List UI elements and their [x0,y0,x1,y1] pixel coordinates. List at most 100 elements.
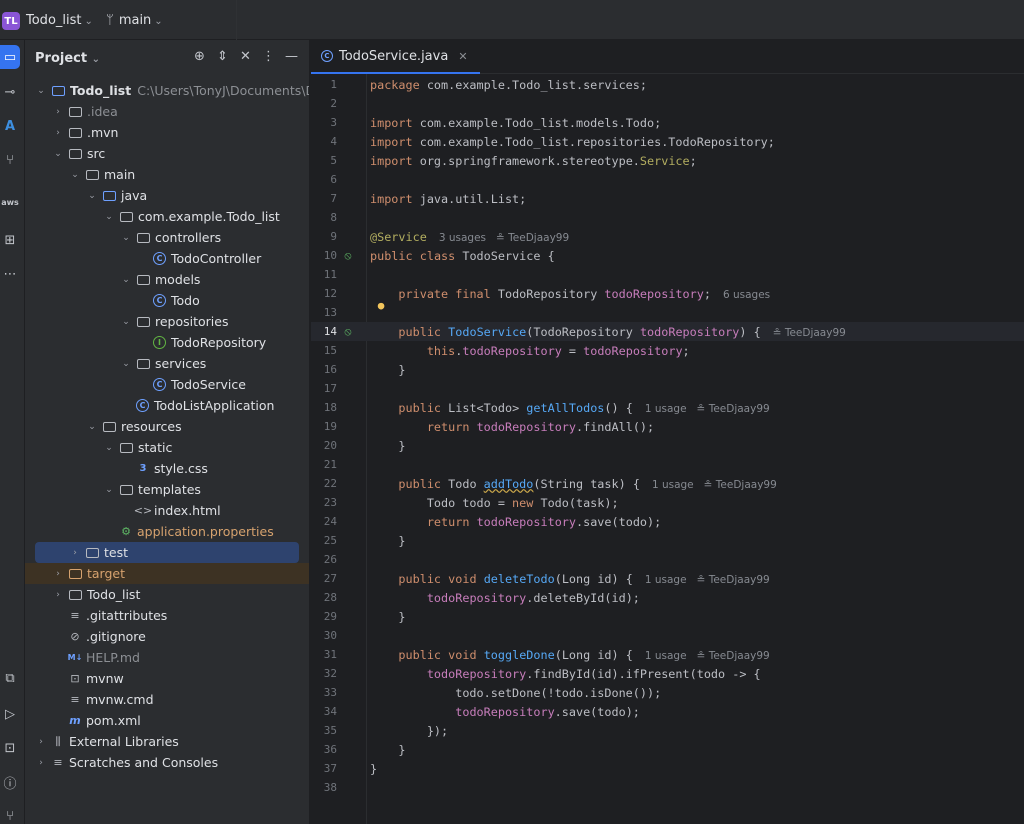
tree-item-todo[interactable]: C Todo [25,290,309,311]
code-line[interactable]: 28 todoRepository.deleteById(id); [311,588,1024,607]
chevron-down-icon[interactable]: ⌄ [103,443,115,453]
code-line[interactable]: 7 import java.util.List; [311,189,1024,208]
chevron-down-icon[interactable]: ⌄ [86,191,98,201]
chevron-right-icon[interactable]: › [35,758,47,768]
tree-item-mvnw-cmd[interactable]: ≡ mvnw.cmd [25,689,309,710]
tree-item-todoservice[interactable]: C TodoService [25,374,309,395]
tree-item-package[interactable]: ⌄ com.example.Todo_list [25,206,309,227]
tree-item-gitignore[interactable]: ⊘ .gitignore [25,626,309,647]
azure-icon[interactable]: A [0,114,20,138]
chevron-down-icon[interactable]: ⌄ [69,170,81,180]
git-icon[interactable]: ⑂ [0,804,20,824]
close-icon[interactable]: ✕ [458,50,467,63]
code-line[interactable]: 18 public List<Todo> getAllTodos() {1 us… [311,398,1024,417]
code-line[interactable]: 22 public Todo addTodo(String task) {1 u… [311,474,1024,493]
code-line[interactable]: 36 } [311,740,1024,759]
tree-item-external-libraries[interactable]: › ⫼ External Libraries [25,731,309,752]
run-icon[interactable]: ▷ [0,702,20,726]
code-line[interactable]: 12 private final TodoRepository todoRepo… [311,284,1024,303]
code-line[interactable]: 32 todoRepository.findById(id).ifPresent… [311,664,1024,683]
tree-item-resources[interactable]: ⌄ resources [25,416,309,437]
tree-item-models[interactable]: ⌄ models [25,269,309,290]
code-line[interactable]: 35 }); [311,721,1024,740]
code-line[interactable]: 9 @Service 3 usages ≗ TeeDjaay99 [311,227,1024,246]
code-line[interactable]: 2 [311,94,1024,113]
chevron-right-icon[interactable]: › [52,569,64,579]
tree-item-application-properties[interactable]: ⚙ application.properties [25,521,309,542]
code-line[interactable]: 26 [311,550,1024,569]
chevron-right-icon[interactable]: › [35,737,47,747]
code-line[interactable]: 30 [311,626,1024,645]
chevron-down-icon[interactable]: ⌄ [120,233,132,243]
code-line[interactable]: 19 return todoRepository.findAll(); [311,417,1024,436]
more-icon[interactable]: ⋯ [0,262,20,286]
code-line[interactable]: 14 ⦸ public TodoService(TodoRepository to… [311,322,1024,341]
structure-icon[interactable]: ⊞ [0,228,20,252]
inlay-hint[interactable]: 6 usages [723,289,770,301]
collapse-all-icon[interactable]: ✕ [238,49,253,64]
code-line[interactable]: 6 [311,170,1024,189]
chevron-down-icon[interactable]: ⌄ [103,212,115,222]
inlay-hint[interactable]: ≗ TeeDjaay99 [773,327,846,339]
chevron-down-icon[interactable]: ⌄ [120,275,132,285]
tree-item-templates[interactable]: ⌄ templates [25,479,309,500]
commit-icon[interactable]: ⊸ [0,80,20,104]
code-line[interactable]: 1 package com.example.Todo_list.services; [311,75,1024,94]
tree-item-todo-list-folder[interactable]: › Todo_list [25,584,309,605]
tree-item-services[interactable]: ⌄ services [25,353,309,374]
tree-item-controllers[interactable]: ⌄ controllers [25,227,309,248]
code-line[interactable]: 31 public void toggleDone(Long id) {1 us… [311,645,1024,664]
project-switcher[interactable]: Todo_list ⌄ [26,13,93,28]
inlay-hint[interactable]: 1 usage ≗ TeeDjaay99 [645,650,770,662]
code-line[interactable]: 17 [311,379,1024,398]
code-line[interactable]: 25 } [311,531,1024,550]
tree-item-todocontroller[interactable]: C TodoController [25,248,309,269]
aws-icon[interactable]: aws [0,190,20,214]
code-line[interactable]: 38 [311,778,1024,797]
tree-item-index-html[interactable]: <> index.html [25,500,309,521]
code-line[interactable]: 23 Todo todo = new Todo(task); [311,493,1024,512]
problems-icon[interactable]: ⓘ [0,770,20,794]
tree-item-mvn[interactable]: › .mvn [25,122,309,143]
project-folder-icon[interactable]: ▭ [0,45,20,69]
locate-icon[interactable]: ⊕ [192,49,207,64]
lightbulb-icon[interactable]: ● [374,298,388,312]
inlay-hint[interactable]: 3 usages ≗ TeeDjaay99 [439,232,569,244]
chevron-right-icon[interactable]: › [52,590,64,600]
tree-item-static[interactable]: ⌄ static [25,437,309,458]
code-line[interactable]: 16 } [311,360,1024,379]
chevron-down-icon[interactable]: ⌄ [103,485,115,495]
chevron-down-icon[interactable]: ⌄ [52,149,64,159]
code-line[interactable]: 10 ⦸ public class TodoService { [311,246,1024,265]
tree-item-test[interactable]: › test [35,542,299,563]
tree-item-style-css[interactable]: 3 style.css [25,458,309,479]
options-icon[interactable]: ⋮ [261,49,276,64]
tree-item-repositories[interactable]: ⌄ repositories [25,311,309,332]
tree-item-idea[interactable]: › .idea [25,101,309,122]
pull-requests-icon[interactable]: ⑂ [0,148,20,172]
tree-item-src[interactable]: ⌄ src [25,143,309,164]
bean-gutter-icon[interactable]: ⦸ [341,325,355,339]
chevron-down-icon[interactable]: ⌄ [86,422,98,432]
branch-switcher[interactable]: ᛘ main ⌄ [106,13,163,28]
code-line[interactable]: 8 [311,208,1024,227]
code-line[interactable]: 34 todoRepository.save(todo); [311,702,1024,721]
code-line[interactable]: 21 [311,455,1024,474]
code-line[interactable]: 37} [311,759,1024,778]
tree-item-todolistapplication[interactable]: C TodoListApplication [25,395,309,416]
code-line[interactable]: 15 this.todoRepository = todoRepository; [311,341,1024,360]
code-line[interactable]: 24 return todoRepository.save(todo); [311,512,1024,531]
tree-item-help-md[interactable]: M↓ HELP.md [25,647,309,668]
chevron-down-icon[interactable]: ⌄ [120,317,132,327]
tree-item-java[interactable]: ⌄ java [25,185,309,206]
chevron-down-icon[interactable]: ⌄ [120,359,132,369]
tree-item-target[interactable]: › target [25,563,309,584]
tab-todoservice-java[interactable]: C TodoService.java ✕ [311,40,480,74]
code-line[interactable]: 20 } [311,436,1024,455]
code-line[interactable]: 3 import com.example.Todo_list.models.Tod… [311,113,1024,132]
tree-item-mvnw[interactable]: ⊡ mvnw [25,668,309,689]
tree-item-todo-list-root[interactable]: ⌄ Todo_list C:\Users\TonyJ\Documents\DEV [25,80,309,101]
code-line[interactable]: 13 ● [311,299,1024,322]
bean-gutter-icon[interactable]: ⦸ [341,249,355,263]
inlay-hint[interactable]: 1 usage ≗ TeeDjaay99 [645,403,770,415]
